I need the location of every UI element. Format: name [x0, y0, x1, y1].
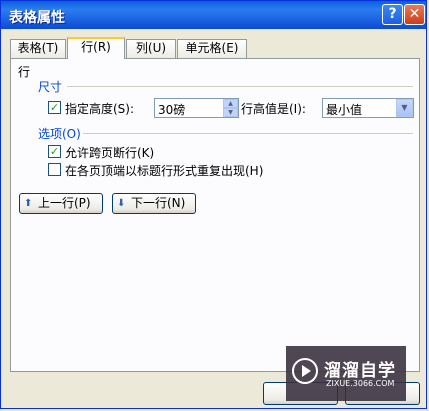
allow-break-checkbox[interactable]: ✓ — [48, 145, 61, 158]
options-group-divider — [83, 133, 413, 134]
size-group-divider — [67, 86, 413, 87]
next-row-button[interactable]: ⬇ 下一行(N) — [112, 193, 196, 214]
help-button[interactable]: ? — [382, 4, 403, 25]
specify-height-label: 指定高度(S): — [65, 102, 135, 116]
tab-row[interactable]: 行(R) — [67, 37, 125, 59]
options-group-title: 选项(O) — [38, 127, 81, 141]
table-properties-dialog: 表格属性 ? ✕ 表格(T) 行(R) 列(U) 单元格(E) 行 尺寸 ✓ 指… — [0, 0, 427, 409]
close-icon: ✕ — [408, 6, 421, 22]
chevron-down-icon[interactable]: ▼ — [396, 99, 413, 117]
checkmark-icon: ✓ — [49, 145, 60, 158]
next-row-label: 下一行(N) — [131, 196, 186, 210]
spin-up-icon[interactable]: ▲ — [223, 99, 238, 108]
allow-break-label: 允许跨页断行(K) — [65, 146, 155, 160]
size-group-title: 尺寸 — [38, 80, 63, 94]
repeat-header-checkbox[interactable] — [48, 163, 61, 176]
tab-cell[interactable]: 单元格(E) — [177, 39, 247, 58]
specify-height-checkbox[interactable]: ✓ — [48, 101, 61, 114]
close-button[interactable]: ✕ — [404, 4, 425, 25]
dialog-title: 表格属性 — [9, 10, 65, 26]
height-spinner[interactable]: 30磅 ▲ ▼ — [154, 98, 239, 118]
panel-heading: 行 — [18, 65, 31, 79]
height-rule-select[interactable]: 最小值 ▼ — [322, 98, 414, 118]
row-tab-panel: 行 尺寸 ✓ 指定高度(S): 30磅 ▲ ▼ 行高值是(I): 最小值 ▼ 选… — [10, 58, 420, 372]
watermark-name: 溜溜自学 — [324, 361, 396, 381]
spin-down-icon[interactable]: ▼ — [223, 108, 238, 117]
tab-column[interactable]: 列(U) — [126, 39, 176, 58]
height-rule-label: 行高值是(I): — [241, 102, 306, 116]
watermark-url: ZIXUE.3066.COM — [326, 379, 395, 388]
arrow-down-icon: ⬇ — [117, 197, 126, 209]
play-icon — [292, 358, 318, 384]
height-value: 30磅 — [158, 103, 186, 117]
title-bar[interactable]: 表格属性 ? ✕ — [1, 1, 426, 29]
previous-row-label: 上一行(P) — [38, 196, 91, 210]
previous-row-button[interactable]: ⬆ 上一行(P) — [19, 193, 103, 214]
question-icon: ? — [388, 6, 397, 22]
tab-table[interactable]: 表格(T) — [10, 39, 66, 58]
watermark-logo: 溜溜自学 ZIXUE.3066.COM — [286, 346, 406, 401]
height-rule-value: 最小值 — [326, 103, 363, 117]
arrow-up-icon: ⬆ — [24, 197, 33, 209]
repeat-header-label: 在各页顶端以标题行形式重复出现(H) — [65, 164, 264, 178]
checkmark-icon: ✓ — [49, 101, 60, 114]
